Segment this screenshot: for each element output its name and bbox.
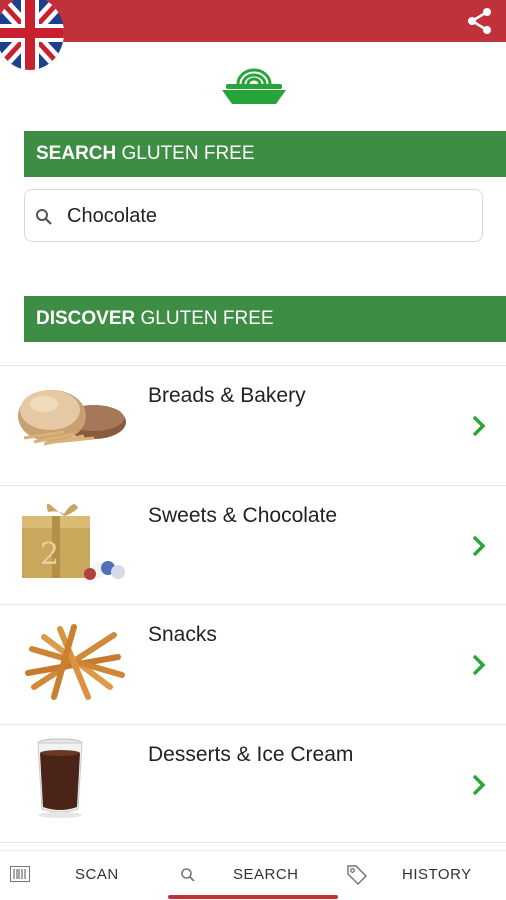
category-label: Desserts & Ice Cream: [148, 742, 354, 766]
chocolate-dessert-glass-image: [14, 737, 132, 821]
chevron-right-icon[interactable]: [470, 653, 488, 677]
nav-history-label: HISTORY: [402, 866, 472, 883]
category-label: Snacks: [148, 623, 217, 646]
category-item-desserts[interactable]: Desserts & Ice Cream: [0, 723, 506, 843]
discover-title-bold: DISCOVER: [36, 308, 136, 329]
barcode-icon: [10, 866, 30, 882]
breadsticks-image: [14, 617, 132, 701]
gluten-free-bowl-logo-icon: [216, 66, 292, 106]
search-section-header: SEARCH GLUTEN FREE: [24, 131, 506, 177]
discover-section-header: DISCOVER GLUTEN FREE: [24, 296, 506, 342]
chocolate-gift-box-image: 2: [14, 498, 132, 582]
category-label: Breads & Bakery: [148, 384, 306, 407]
uk-flag-icon[interactable]: [0, 0, 64, 70]
search-field[interactable]: [24, 189, 483, 242]
discover-title-rest: GLUTEN FREE: [135, 308, 274, 329]
chevron-right-icon[interactable]: [470, 414, 488, 438]
search-title-rest: GLUTEN FREE: [116, 143, 255, 164]
chevron-right-icon[interactable]: [470, 534, 488, 558]
tag-icon: [346, 864, 368, 886]
nav-history[interactable]: HISTORY: [338, 851, 506, 900]
nav-scan-label: SCAN: [75, 866, 119, 883]
search-input[interactable]: [67, 198, 467, 234]
svg-text:2: 2: [40, 537, 59, 572]
category-list: Breads & Bakery 2 Sweets & Chocolate Sna…: [0, 365, 506, 843]
bread-image: [14, 378, 132, 462]
share-icon[interactable]: [466, 7, 494, 35]
top-bar: [0, 0, 506, 42]
category-item-snacks[interactable]: Snacks: [0, 604, 506, 724]
nav-scan[interactable]: SCAN: [0, 851, 168, 900]
search-icon: [35, 208, 53, 226]
chevron-right-icon[interactable]: [470, 773, 488, 797]
active-tab-indicator: [168, 895, 338, 899]
search-title-bold: SEARCH: [36, 143, 117, 164]
bottom-nav: SCAN SEARCH HISTORY: [0, 850, 506, 900]
category-label: Sweets & Chocolate: [148, 503, 338, 527]
nav-search-label: SEARCH: [233, 866, 299, 883]
nav-search[interactable]: SEARCH: [168, 851, 338, 900]
search-icon: [180, 867, 196, 883]
category-item-breads[interactable]: Breads & Bakery: [0, 365, 506, 485]
category-item-sweets[interactable]: 2 Sweets & Chocolate: [0, 484, 506, 605]
